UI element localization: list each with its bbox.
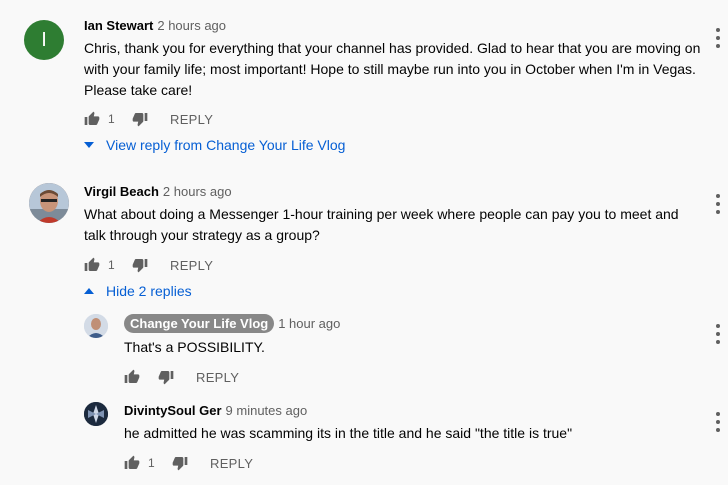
avatar[interactable] [29, 183, 69, 223]
reply-button[interactable]: REPLY [196, 370, 239, 385]
profile-photo [29, 183, 69, 223]
like-count: 1 [148, 456, 155, 470]
thumb-down-icon[interactable] [158, 369, 174, 385]
comment-time[interactable]: 1 hour ago [278, 316, 340, 331]
comment-text: he admitted he was scamming its in the t… [124, 425, 573, 441]
thumb-down-icon[interactable] [172, 455, 188, 471]
avatar[interactable]: I [24, 20, 64, 60]
view-replies-label: View reply from Change Your Life Vlog [106, 137, 346, 153]
author-name[interactable]: Virgil Beach [84, 184, 159, 199]
hide-replies-button[interactable]: Hide 2 replies [84, 283, 192, 299]
comment-time[interactable]: 2 hours ago [157, 18, 226, 33]
chevron-up-icon [84, 288, 94, 294]
reply-button[interactable]: REPLY [170, 112, 213, 127]
comment-time[interactable]: 9 minutes ago [226, 403, 308, 418]
more-actions-icon[interactable] [714, 412, 722, 432]
profile-photo [84, 314, 108, 338]
more-actions-icon[interactable] [714, 194, 722, 214]
like-count: 1 [108, 258, 115, 272]
comment-text: Chris, thank you for everything that you… [84, 40, 701, 98]
more-actions-icon[interactable] [714, 324, 722, 344]
comment-actions: 1 REPLY [84, 107, 213, 131]
author-name[interactable]: DivintySoul Ger [124, 403, 222, 418]
comment-text: What about doing a Messenger 1-hour trai… [84, 206, 679, 243]
comment-header: DivintySoul Ger 9 minutes ago [124, 402, 307, 420]
comment-actions: REPLY [124, 365, 239, 389]
reply-button[interactable]: REPLY [210, 456, 253, 471]
view-replies-button[interactable]: View reply from Change Your Life Vlog [84, 137, 345, 153]
comment-header: Virgil Beach 2 hours ago [84, 183, 232, 201]
chevron-down-icon [84, 142, 94, 148]
thumb-up-icon[interactable] [124, 455, 140, 471]
thumb-up-icon[interactable] [84, 257, 100, 273]
hide-replies-label: Hide 2 replies [106, 283, 192, 299]
thumb-up-icon[interactable] [84, 111, 100, 127]
comment-actions: 1 REPLY [124, 451, 253, 475]
comment-time[interactable]: 2 hours ago [163, 184, 232, 199]
like-count: 1 [108, 112, 115, 126]
more-actions-icon[interactable] [714, 28, 722, 48]
avatar[interactable] [84, 402, 108, 426]
channel-owner-badge[interactable]: Change Your Life Vlog [124, 314, 275, 333]
comment-text: That's a POSSIBILITY. [124, 339, 265, 355]
thumb-up-icon[interactable] [124, 369, 140, 385]
reply-button[interactable]: REPLY [170, 258, 213, 273]
comment-header: Change Your Life Vlog 1 hour ago [124, 314, 340, 333]
avatar-letter: I [41, 28, 47, 51]
avatar[interactable] [84, 314, 108, 338]
thumb-down-icon[interactable] [132, 257, 148, 273]
author-name[interactable]: Ian Stewart [84, 18, 153, 33]
comment-header: Ian Stewart 2 hours ago [84, 17, 226, 35]
thumb-down-icon[interactable] [132, 111, 148, 127]
profile-photo [84, 402, 108, 426]
comment-actions: 1 REPLY [84, 253, 213, 277]
